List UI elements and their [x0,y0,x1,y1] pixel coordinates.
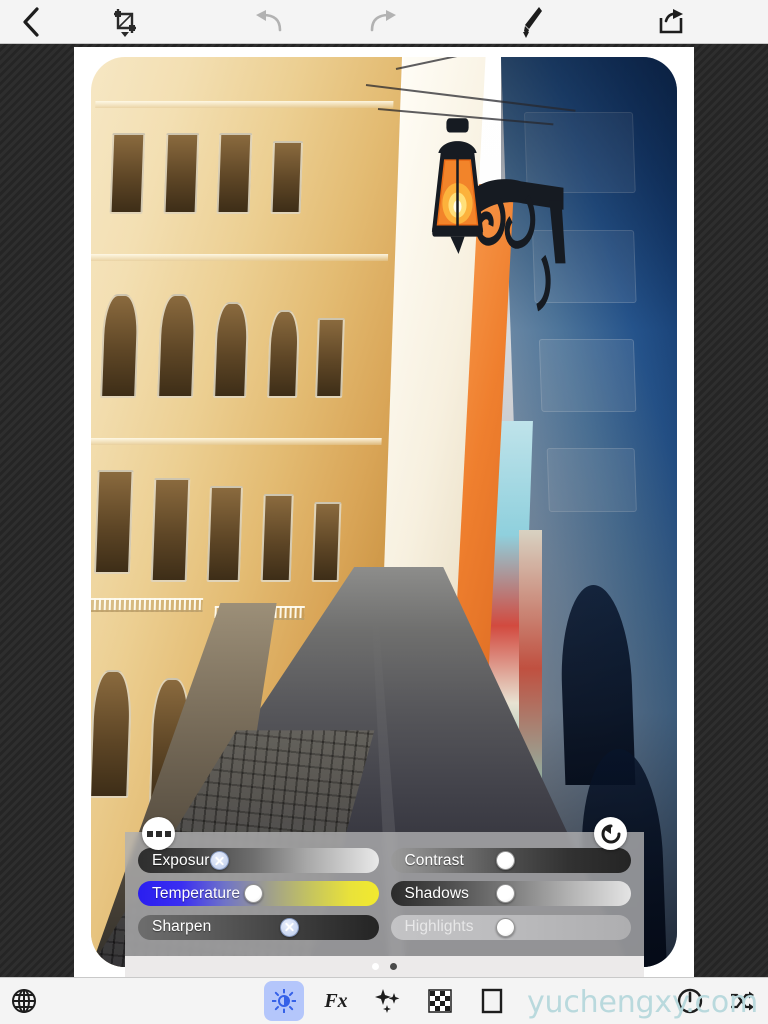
tool-adjust-selected-bg [264,981,304,1021]
slider-highlights[interactable]: Highlights [390,914,631,940]
photo-street-lamp [402,112,584,349]
share-button[interactable] [628,0,714,44]
top-toolbar [0,0,768,44]
tool-frames[interactable] [466,978,518,1024]
shuffle-button[interactable] [716,978,768,1024]
power-circle-icon [677,988,703,1014]
tool-adjust[interactable] [258,978,310,1024]
slider-label: Exposure [152,851,219,869]
share-export-icon [659,8,683,33]
panel-page-indicator[interactable] [125,956,644,977]
slider-knob[interactable] [280,917,299,937]
page-dot-active[interactable] [390,963,397,970]
slider-contrast[interactable]: Contrast [390,848,631,874]
power-button[interactable] [664,978,716,1024]
globe-icon [12,989,36,1013]
slider-temperature[interactable]: Temperature [138,881,379,907]
checkerboard-icon [428,989,452,1013]
slider-label: Contrast [404,851,464,869]
panel-more-button[interactable] [142,817,175,850]
shuffle-icon [731,991,754,1011]
slider-exposure[interactable]: Exposure [138,848,379,874]
brush-button[interactable] [484,0,580,44]
slider-shadows[interactable]: Shadows [390,881,631,907]
paint-brush-icon [523,6,542,38]
slider-label: Shadows [404,884,469,902]
undo-button[interactable] [220,0,316,44]
sparkles-icon [375,989,400,1013]
bottom-toolbar: Fx [0,977,768,1024]
back-button[interactable] [0,0,62,44]
page-dot[interactable] [372,963,379,970]
tool-effects[interactable]: Fx [310,978,362,1024]
adjust-panel: Exposure Contrast Temperature Shadows Sh… [125,832,644,956]
chevron-left-icon [23,6,39,37]
fx-icon: Fx [324,989,348,1012]
globe-button[interactable] [0,978,48,1024]
photo-image[interactable] [91,57,677,967]
slider-label: Temperature [152,884,241,902]
redo-button[interactable] [336,0,432,44]
slider-label: Sharpen [152,918,212,936]
crop-straighten-icon [114,8,136,37]
slider-grid: Exposure Contrast Temperature Shadows Sh… [125,832,644,956]
reset-rotate-icon [601,824,620,843]
tool-enhance[interactable] [362,978,414,1024]
brightness-sun-icon [272,989,296,1013]
three-squares-icon [146,830,171,837]
tool-texture[interactable] [414,978,466,1024]
crop-button[interactable] [82,0,168,44]
slider-sharpen[interactable]: Sharpen [138,914,379,940]
slider-label: Highlights [404,918,474,936]
frame-square-icon [481,988,503,1014]
photo-editor-app: Exposure Contrast Temperature Shadows Sh… [0,0,768,1024]
panel-reset-button[interactable] [594,817,627,850]
undo-arrow-icon [256,9,282,31]
bottom-toolbar-right [664,978,768,1024]
redo-arrow-icon [370,9,396,31]
